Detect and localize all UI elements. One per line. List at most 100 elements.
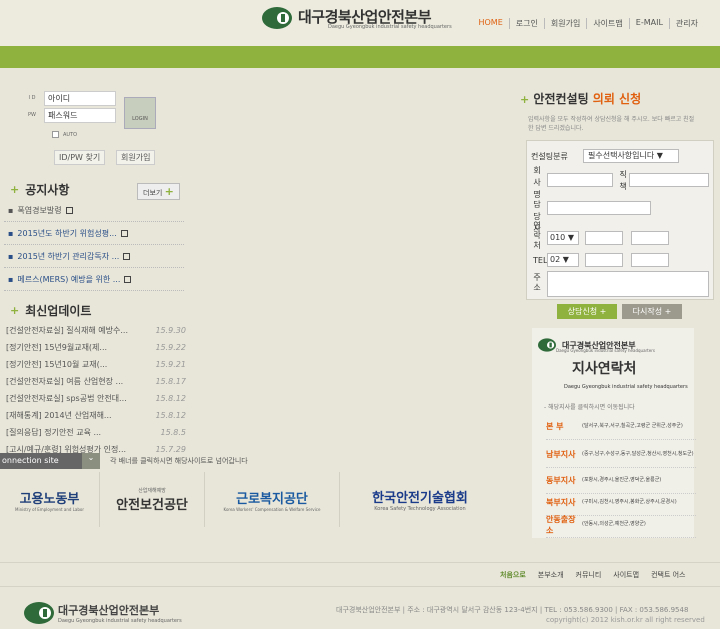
field-address-label: 주소 (533, 273, 541, 292)
type-select-value: 필수선택사항입니다 (588, 151, 655, 160)
nav-admin[interactable]: 관리자 (668, 18, 704, 29)
contact-prefix: 010 (550, 233, 566, 242)
logo-sub: Daegu Gyeongbuk industrial safety headqu… (328, 24, 452, 30)
request-button[interactable]: 상담신청 + (557, 304, 617, 319)
company-input[interactable] (547, 173, 613, 187)
banner-kosha[interactable]: 산업재해예방 안전보건공단 (100, 472, 205, 527)
notice-item-label: 폭염경보발령 (17, 205, 62, 215)
contact-mid-input[interactable] (585, 231, 623, 245)
list-item[interactable]: [정기안전] 15년10월 교재(... 15.9.21 (6, 356, 186, 373)
contact-prefix-select[interactable]: 010 ▼ (547, 231, 579, 245)
update-date: 15.9.22 (155, 343, 186, 352)
list-item[interactable]: [질의응답] 정기안전 교육 ... 15.8.5 (6, 424, 186, 441)
banner-sub: Korea Workers' Compensation & Welfare Se… (223, 506, 321, 512)
branch-name: 북부지사 (546, 498, 576, 507)
footer-info: 대구경북산업안전본부 | 주소 : 대구광역시 달서구 감산동 123-4번지 … (336, 606, 689, 614)
pw-input[interactable]: 패스워드 (44, 107, 116, 123)
branch-row[interactable]: 남부지사 (중구,남구,수성구,동구,달성군,청산시,영천시,청도군) (546, 442, 696, 468)
list-item[interactable]: [건설안전자료실] sps공법 안전대... 15.8.12 (6, 390, 186, 407)
field-position-label: 직책 (619, 170, 627, 191)
consult-title-a: 안전컨설팅 (533, 92, 589, 106)
login-button[interactable]: LOGIN (124, 97, 156, 129)
branch-desc: (포항시,경주시,울진군,영덕군,울릉군) (582, 477, 662, 483)
manager-input[interactable] (547, 201, 651, 215)
plus-icon: + (164, 185, 174, 198)
footer-link[interactable]: 사이트맵 (613, 570, 639, 580)
footer-link[interactable]: 처음으로 (500, 570, 526, 580)
footer-nav: 처음으로 본부소개 커뮤니티 사이트맵 컨택트 어스 (500, 570, 686, 580)
notice-item-label: 2015년도 하반기 위험성평... (17, 228, 117, 238)
auto-login[interactable]: AUTO (52, 131, 77, 138)
list-item[interactable]: [건설안전자료실] 질식재해 예방수... 15.9.30 (6, 322, 186, 339)
notice-item[interactable]: ▪ 폭염경보발령 (4, 199, 184, 222)
new-icon (120, 229, 128, 237)
banner-sub: Ministry of Employment and Labor (15, 506, 84, 512)
updates-list: [건설안전자료실] 질식재해 예방수... 15.9.30 [정기안전] 15년9… (6, 322, 186, 458)
branch-contacts: 대구경북산업안전본부 Daegu Gyeongbuk industrial sa… (532, 328, 696, 538)
divider (0, 586, 720, 587)
nav-home[interactable]: HOME (472, 18, 508, 29)
new-icon (65, 206, 73, 214)
logo-icon (538, 338, 556, 352)
find-idpw-button[interactable]: ID/PW 찾기 (54, 150, 106, 165)
footer-link[interactable]: 본부소개 (538, 570, 564, 580)
chevron-down-icon[interactable]: ⌄ (82, 453, 100, 469)
divider (0, 562, 720, 563)
nav-join[interactable]: 회원가입 (543, 18, 586, 29)
branch-tip: - 해당지사를 클릭하시면 이동됩니다 (544, 404, 635, 411)
tel-last-input[interactable] (631, 253, 669, 267)
branch-row[interactable]: 안동출장소 (안동시,의성군,예천군,영양군) (546, 512, 696, 538)
nav-sitemap[interactable]: 사이트맵 (586, 18, 628, 29)
reset-button[interactable]: 다시작성 + (622, 304, 682, 319)
notice-heading: + 공지사항 (10, 181, 69, 198)
footer-logo-sub: Daegu Gyeongbuk industrial safety headqu… (58, 618, 182, 624)
reset-label: 다시작성 (632, 307, 663, 316)
update-title: [질의응답] 정기안전 교육 ... (6, 428, 102, 437)
footer-link[interactable]: 컨택트 어스 (651, 570, 685, 580)
updates-title: 최신업데이트 (25, 304, 92, 318)
site-logo[interactable]: 대구경북산업안전본부 Daegu Gyeongbuk industrial sa… (262, 6, 452, 30)
position-input[interactable] (629, 173, 709, 187)
auto-checkbox[interactable] (52, 131, 59, 138)
update-date: 15.7.29 (155, 445, 186, 454)
list-item[interactable]: [정기안전] 15년9월교재(제... 15.9.22 (6, 339, 186, 356)
branch-row[interactable]: 본 부 (달서구,북구,서구,칠곡군,고령군 군위군,성주군) (546, 414, 696, 440)
new-icon (124, 275, 132, 283)
banner-moel[interactable]: 고용노동부 Ministry of Employment and Labor (0, 472, 100, 527)
green-nav-bar (0, 46, 720, 68)
branch-logo-sub: Daegu Gyeongbuk industrial safety headqu… (556, 348, 655, 353)
branch-name: 남부지사 (546, 450, 576, 459)
banner-kosta[interactable]: 한국안전기술협회 Korea Safety Technology Associat… (340, 472, 500, 527)
update-title: [건설안전자료실] sps공법 안전대... (6, 394, 127, 403)
notice-item[interactable]: ▪ 메르스(MERS) 예방을 위한 ... (4, 268, 184, 291)
pw-label: PW (28, 112, 36, 118)
footer-copyright: copyright(c) 2012 kish.or.kr all right r… (546, 616, 705, 624)
branch-desc: (안동시,의성군,예천군,영양군) (582, 521, 646, 527)
field-company-label: 회사명 (533, 166, 541, 199)
footer-link[interactable]: 커뮤니티 (576, 570, 602, 580)
tel-mid-input[interactable] (585, 253, 623, 267)
update-title: [건설안전자료실] 여름 산업현장 ... (6, 377, 124, 386)
field-type-label: 컨설팅분류 (531, 152, 568, 161)
address-input[interactable] (547, 271, 709, 297)
notice-item-label: 메르스(MERS) 예방을 위한 ... (17, 274, 121, 284)
join-button[interactable]: 회원가입 (116, 150, 156, 165)
tel-prefix-select[interactable]: 02 ▼ (547, 253, 579, 267)
branch-name: 본 부 (546, 422, 564, 431)
contact-last-input[interactable] (631, 231, 669, 245)
nav-login[interactable]: 로그인 (508, 18, 544, 29)
id-input[interactable]: 아이디 (44, 90, 116, 106)
notice-item[interactable]: ▪ 2015년 하반기 관리감독자 ... (4, 245, 184, 268)
banner-comwel[interactable]: 근로복지공단 Korea Workers' Compensation & Welf… (205, 472, 340, 527)
notice-item[interactable]: ▪ 2015년도 하반기 위험성평... (4, 222, 184, 245)
nav-email[interactable]: E-MAIL (628, 18, 669, 29)
list-item[interactable]: [건설안전자료실] 여름 산업현장 ... 15.8.17 (6, 373, 186, 390)
branch-name: 동부지사 (546, 476, 576, 485)
plus-icon: + (10, 304, 20, 317)
banner-label: 한국안전기술협회 (372, 491, 468, 506)
branch-title: 지사연락처 (572, 361, 637, 377)
list-item[interactable]: [재해통계] 2014년 산업재해... 15.8.12 (6, 407, 186, 424)
banner-label: 근로복지공단 (236, 491, 308, 507)
notice-more-button[interactable]: 더보기 + (137, 183, 180, 200)
type-select[interactable]: 필수선택사항입니다 ▼ (583, 149, 679, 163)
